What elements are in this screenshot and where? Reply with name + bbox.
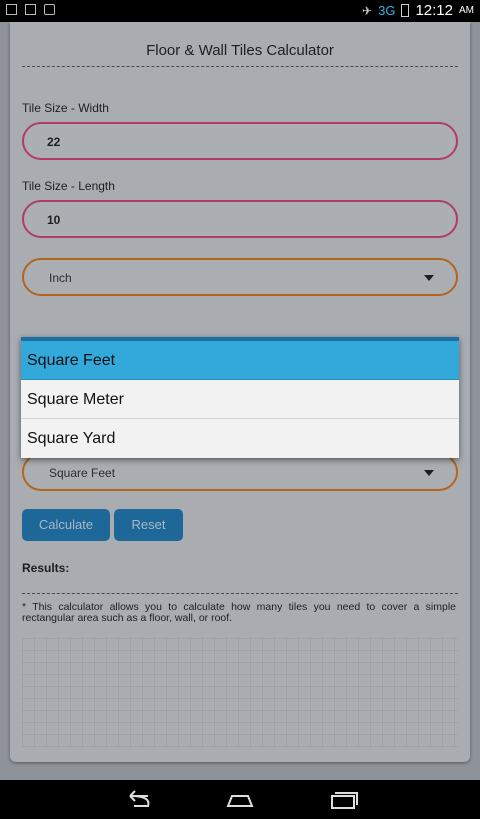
results-divider xyxy=(22,593,458,594)
home-icon[interactable] xyxy=(220,788,260,812)
tile-length-field[interactable]: 10 xyxy=(22,200,458,238)
chevron-down-icon xyxy=(424,470,434,476)
page-title: Floor & Wall Tiles Calculator xyxy=(146,42,334,59)
navigation-bar xyxy=(0,780,480,819)
length-label: Tile Size - Length xyxy=(22,179,115,193)
dropdown-option-square-yard[interactable]: Square Yard xyxy=(21,419,459,458)
image-icon xyxy=(25,4,36,15)
back-icon[interactable] xyxy=(118,788,158,812)
notification-icon xyxy=(6,4,17,15)
status-bar: ✈ 3G 12:12 AM xyxy=(0,0,480,22)
dropdown-option-square-feet[interactable]: Square Feet xyxy=(21,341,459,380)
clock-time: 12:12 xyxy=(415,2,453,19)
area-unit-dropdown: Square Feet Square Meter Square Yard xyxy=(21,337,459,458)
title-divider xyxy=(22,66,458,67)
results-label: Results: xyxy=(22,561,70,575)
signal-icon: ✈ xyxy=(362,3,373,18)
area-unit-select[interactable]: Square Feet xyxy=(22,453,458,491)
notification-icons xyxy=(6,4,55,15)
unit-select-value: Inch xyxy=(49,271,72,285)
dropdown-option-square-meter[interactable]: Square Meter xyxy=(21,380,459,419)
recent-apps-icon[interactable] xyxy=(322,788,362,812)
status-right: ✈ 3G 12:12 AM xyxy=(362,2,474,19)
network-type: 3G xyxy=(378,3,396,18)
chevron-down-icon xyxy=(424,275,434,281)
tile-width-value: 22 xyxy=(47,135,61,149)
width-label: Tile Size - Width xyxy=(22,101,109,115)
reset-button[interactable]: Reset xyxy=(114,509,183,541)
tile-length-value: 10 xyxy=(47,213,61,227)
lock-icon xyxy=(44,4,55,15)
calculator-note: * This calculator allows you to calculat… xyxy=(22,601,456,624)
battery-icon xyxy=(401,4,410,17)
area-unit-select-value: Square Feet xyxy=(49,466,116,480)
clock-ampm: AM xyxy=(459,5,474,16)
tile-width-field[interactable]: 22 xyxy=(22,122,458,160)
calculate-button[interactable]: Calculate xyxy=(22,509,110,541)
background-pattern xyxy=(22,637,458,747)
unit-select[interactable]: Inch xyxy=(22,258,458,296)
